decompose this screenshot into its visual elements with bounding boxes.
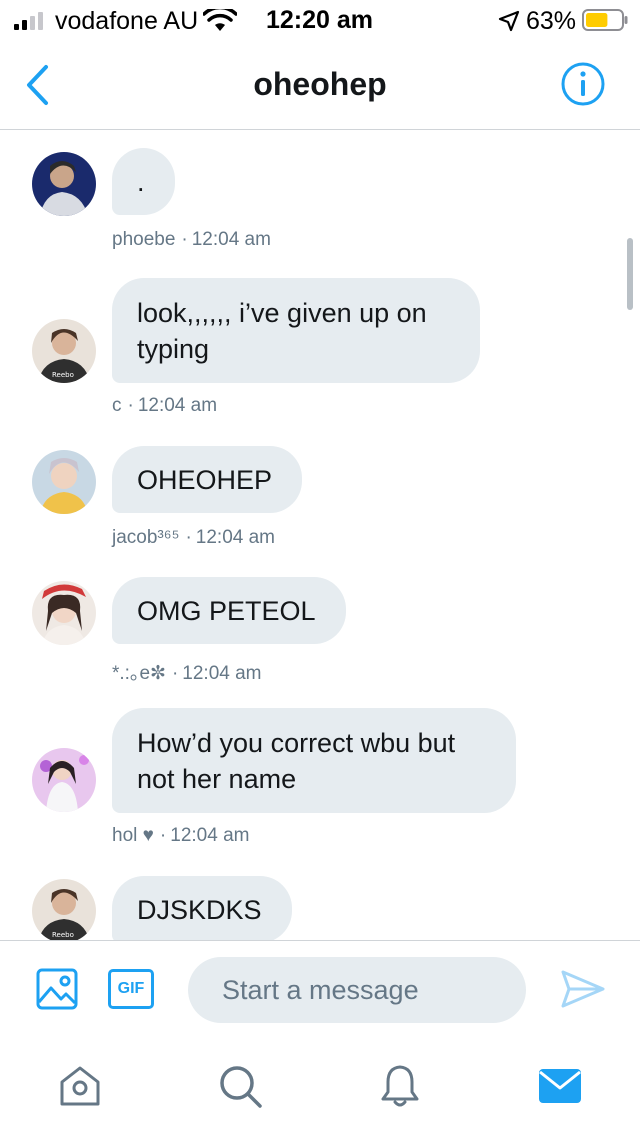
conversation-title[interactable]: oheohep [0,66,640,103]
svg-text:Reebo: Reebo [52,931,74,939]
message-time: 12:04 am [170,825,250,846]
meta-separator: · [127,395,134,416]
message-time: 12:04 am [195,527,276,548]
message-text: DJSKDKS [137,894,262,925]
tab-bar [0,1034,640,1136]
avatar[interactable] [32,581,96,645]
info-icon [561,62,605,106]
home-icon [60,1066,100,1106]
messages-icon [539,1069,581,1103]
avatar[interactable] [32,152,96,216]
message-text: OMG PETEOL [137,595,316,626]
meta-separator: · [171,663,179,684]
svg-text:Reebo: Reebo [52,371,74,379]
carrier-name: vodafone AU [55,7,199,35]
message-bubble[interactable]: look,,,,,, i’ve given up on typing [112,278,480,383]
signal-icon [14,12,43,30]
status-bar: vodafone AU 12:20 am 63% [0,0,640,40]
message-text: look,,,,,, i’ve given up on typing [137,297,427,364]
conversation-header: oheohep [0,40,640,130]
message-text: . [137,166,145,197]
message-bubble[interactable]: DJSKDKS [112,876,292,940]
battery-icon [582,9,628,31]
message-bubble[interactable]: OMG PETEOL [112,577,346,644]
tab-notifications[interactable] [376,1062,424,1110]
message-bubble[interactable]: How’d you correct wbu but not her name [112,708,516,813]
message-meta: c · 12:04 am [112,395,217,417]
battery-percent: 63% [526,7,577,35]
message-time: 12:04 am [182,663,262,684]
location-arrow-icon [498,10,520,32]
wifi-icon [203,9,237,31]
message-author: phoebe [112,229,176,250]
search-icon [220,1066,262,1108]
message-author: hol ♥ [112,825,154,846]
message-meta: jacob³⁶⁵ · 12:04 am [112,527,275,549]
scroll-indicator[interactable] [627,238,633,310]
message-list[interactable]: . phoebe · 12:04 am Reebo look,,,,,, i’ve … [0,131,640,940]
message-text: OHEOHEP [137,464,273,495]
clock: 12:20 am [266,6,374,34]
tab-messages[interactable] [536,1062,584,1110]
message-author: *.:｡e✼ [112,663,166,684]
avatar[interactable]: Reebo [32,319,96,383]
message-text: How’d you correct wbu but not her name [137,727,456,794]
info-button[interactable] [560,61,606,107]
send-icon [561,970,605,1008]
message-meta: *.:｡e✼ · 12:04 am [112,658,262,685]
message-meta: phoebe · 12:04 am [112,229,271,251]
message-meta: hol ♥ · 12:04 am [112,825,249,847]
message-author: c [112,395,122,416]
meta-separator: · [159,825,167,846]
message-author: jacob³⁶⁵ [112,527,180,548]
message-composer: GIF [0,940,640,1034]
message-time: 12:04 am [191,229,271,250]
meta-separator: · [185,527,192,548]
avatar[interactable]: Reebo [32,879,96,940]
image-icon [36,968,78,1010]
message-time: 12:04 am [137,395,218,416]
message-bubble[interactable]: OHEOHEP [112,446,303,513]
message-input[interactable] [188,957,526,1023]
add-photo-button[interactable] [36,968,78,1010]
send-button[interactable] [560,969,606,1009]
tab-search[interactable] [216,1062,264,1110]
notifications-icon [381,1065,419,1107]
avatar[interactable] [32,450,96,514]
gif-button[interactable]: GIF [108,969,154,1009]
avatar[interactable] [32,748,96,812]
meta-separator: · [181,229,188,250]
message-bubble[interactable]: . [112,148,175,215]
tab-home[interactable] [56,1062,104,1110]
